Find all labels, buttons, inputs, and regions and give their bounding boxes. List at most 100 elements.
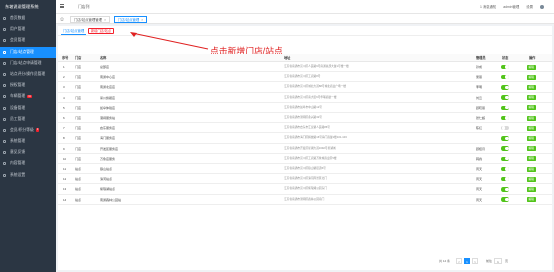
status-toggle[interactable]: [501, 146, 509, 151]
edit-button[interactable]: 编辑: [527, 115, 536, 121]
sidebar-item[interactable]: 用户管理: [0, 24, 56, 35]
row-type: 站点: [75, 197, 82, 202]
sidebar-item[interactable]: 内容管理: [0, 158, 56, 169]
add-store-button[interactable]: 新增门店/站点: [88, 28, 115, 34]
edit-button[interactable]: 编辑: [527, 176, 536, 182]
row-manager: 周天: [476, 187, 483, 192]
sidebar-item-badge: 3: [35, 128, 40, 132]
row-type: 门店: [75, 146, 82, 151]
status-toggle[interactable]: [501, 64, 509, 70]
col-status: 状态: [502, 56, 509, 60]
status-toggle[interactable]: [501, 156, 509, 161]
sidebar-item[interactable]: 意见反馈: [0, 147, 56, 158]
row-index: 3: [63, 85, 65, 90]
page-input[interactable]: 1: [494, 258, 502, 264]
row-address: 江苏省南通市崇川区工农路万象城商业区5楼: [284, 156, 337, 160]
status-toggle[interactable]: [501, 176, 509, 182]
status-toggle[interactable]: [501, 85, 509, 90]
brand-title: 东坡说说管理系统: [5, 4, 39, 9]
col-actions: 操作: [529, 56, 536, 60]
row-manager: 吴丽: [476, 75, 483, 80]
sidebar-item[interactable]: 员工管理: [0, 114, 56, 125]
status-toggle[interactable]: [501, 166, 509, 172]
sidebar-item[interactable]: 系统管理: [0, 136, 56, 147]
row-index: 6: [63, 116, 65, 120]
sidebar-item-label: 用户管理: [10, 27, 26, 32]
edit-button[interactable]: 编辑: [527, 156, 536, 162]
sidebar-item-label: 站点评分/操作员管理: [10, 71, 46, 76]
menu-item-icon: [3, 28, 6, 32]
sidebar-item[interactable]: 首页数据: [0, 13, 56, 24]
sidebar-item[interactable]: 门店/站点管理: [0, 46, 56, 58]
edit-button[interactable]: 编辑: [527, 125, 536, 131]
edit-button[interactable]: 编辑: [527, 146, 536, 152]
row-address: 江苏省南通市崇川区工农路8号: [284, 75, 321, 79]
edit-button[interactable]: 编辑: [527, 166, 536, 172]
row-address: 江苏省南通市崇川区紫琅湖公园东门: [284, 187, 327, 191]
table-row: 5 门店 如皋体验店 江苏省南通市如皋市中山路12号 顾晓丽 编辑: [58, 103, 552, 113]
sidebar-item[interactable]: 站点评分/操作员管理: [0, 69, 56, 80]
tab-store-manage[interactable]: 门店/站点管理 ×: [114, 15, 148, 23]
sidebar-item[interactable]: 会员/积分等级 3: [0, 125, 56, 136]
row-manager: 刘云: [476, 95, 483, 100]
edit-button[interactable]: 编辑: [527, 105, 536, 111]
row-index: 13: [63, 187, 67, 192]
edit-button[interactable]: 编辑: [527, 64, 536, 70]
menu-item-icon: [3, 39, 6, 43]
sidebar-item[interactable]: 系统设置: [0, 170, 56, 181]
row-manager: 孙成: [476, 65, 483, 69]
edit-button[interactable]: 编辑: [527, 84, 536, 90]
status-toggle[interactable]: [501, 187, 509, 192]
row-name: 启东服务店: [100, 126, 116, 131]
notice-link[interactable]: 1 消息通知: [480, 5, 496, 9]
status-toggle[interactable]: [501, 74, 509, 80]
subtab-store-list[interactable]: 门店/站点管理: [61, 27, 87, 35]
status-toggle[interactable]: [501, 136, 509, 141]
topbar-title: 门店列: [78, 5, 90, 9]
sidebar-item-label: 授权管理: [10, 83, 26, 88]
row-address: 江苏省南通市崇川区狼山镇街道5号: [284, 167, 326, 170]
status-toggle[interactable]: [501, 95, 509, 100]
row-manager: 周天: [476, 197, 483, 202]
sidebar: 东坡说说管理系统 首页数据用户管理会员管理门店/站点管理门店/站点申请管理站点评…: [0, 0, 56, 272]
sidebar-item[interactable]: 设备管理: [0, 103, 56, 114]
table-row: 11 站点 狼山站点 江苏省南通市崇川区狼山镇街道5号 周天 编辑: [58, 164, 552, 175]
row-type: 门店: [75, 95, 82, 100]
tab-store-admin[interactable]: 门店/站点管理管理 ×: [70, 15, 111, 23]
user-name[interactable]: admin管理: [503, 5, 519, 9]
topbar: 门店列 1 消息通知 admin管理 设置: [56, 0, 554, 14]
menu-item-icon: [3, 84, 6, 88]
status-toggle[interactable]: [501, 125, 509, 131]
annotation-arrow: [130, 32, 209, 50]
edit-button[interactable]: 编辑: [527, 197, 536, 203]
sidebar-item[interactable]: 门店/站点申请管理: [0, 58, 56, 69]
avatar[interactable]: [540, 5, 544, 10]
sidebar-item[interactable]: 车辆管理 11: [0, 91, 56, 102]
next-page-button[interactable]: >: [472, 258, 478, 264]
status-toggle[interactable]: [501, 197, 509, 202]
row-name: 紫琅湖站点: [100, 187, 116, 192]
sidebar-item[interactable]: 授权管理: [0, 80, 56, 91]
row-index: 14: [63, 197, 67, 202]
edit-button[interactable]: 编辑: [527, 186, 536, 192]
edit-button[interactable]: 编辑: [527, 95, 536, 101]
row-name: 总部店: [100, 65, 110, 69]
edit-button[interactable]: 编辑: [527, 135, 536, 141]
home-icon[interactable]: [60, 17, 64, 21]
sidebar-item-label: 门店/站点管理: [10, 49, 34, 54]
sidebar-item[interactable]: 会员管理: [0, 35, 56, 46]
col-address: 地址: [284, 56, 291, 60]
tabs-bar: 门店/站点管理管理 × 门店/站点管理 ×: [56, 14, 554, 24]
user-menu[interactable]: 设置: [526, 5, 533, 9]
row-manager: 周天: [476, 177, 483, 182]
row-type: 门店: [75, 105, 82, 110]
status-toggle[interactable]: [501, 105, 509, 110]
status-toggle[interactable]: [501, 115, 509, 121]
edit-button[interactable]: 编辑: [527, 74, 536, 80]
row-name: 崇川旗舰店: [100, 95, 116, 100]
prev-page-button[interactable]: <: [456, 258, 462, 264]
menu-toggle-icon[interactable]: [60, 4, 64, 8]
page-1-button[interactable]: 1: [464, 258, 470, 264]
sidebar-item-label: 会员管理: [10, 38, 26, 43]
row-index: 11: [63, 167, 67, 171]
